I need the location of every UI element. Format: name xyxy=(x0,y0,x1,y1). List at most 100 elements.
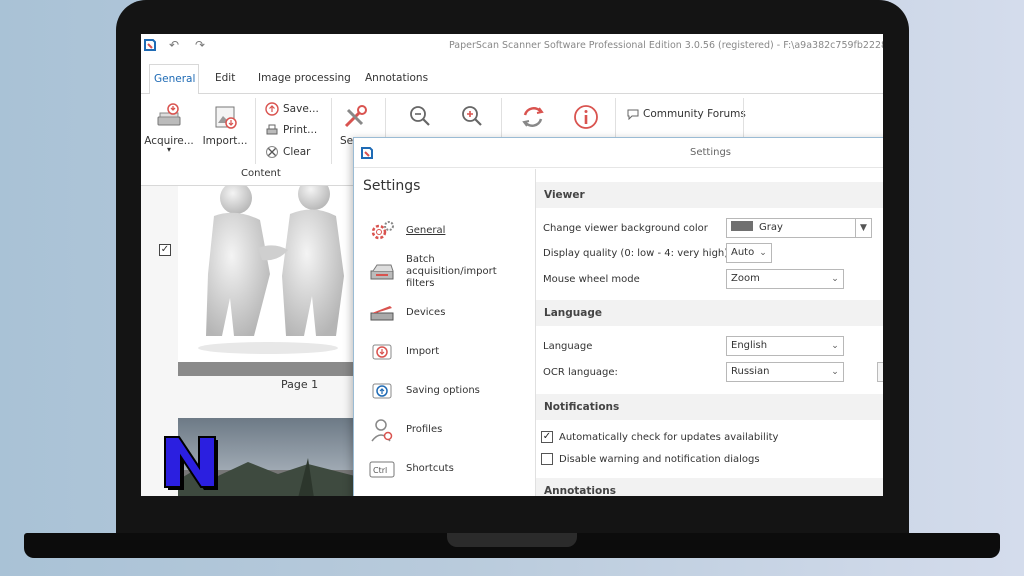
content-group-label: Content xyxy=(241,168,281,179)
app-logo-icon xyxy=(361,147,373,159)
save-options-icon xyxy=(372,383,392,399)
settings-nav-saving-label: Saving options xyxy=(406,385,480,396)
ribbon-separator xyxy=(255,98,256,164)
clear-button[interactable]: Clear xyxy=(265,145,310,159)
settings-nav-batch[interactable]: Batch acquisition/import filters xyxy=(368,254,518,290)
undo-icon[interactable]: ↶ xyxy=(169,38,179,52)
ocr-language-select[interactable]: Russian ⌄ xyxy=(726,362,844,382)
language-value: English xyxy=(731,340,768,351)
display-quality-value: Auto xyxy=(731,247,755,258)
tab-image-processing[interactable]: Image processing xyxy=(254,64,355,94)
settings-dialog: Settings Settings General Batch acquisit… xyxy=(353,137,883,496)
clear-label: Clear xyxy=(283,146,311,158)
handshake-illustration xyxy=(198,178,344,354)
chevron-down-icon[interactable]: ⌄ xyxy=(827,363,843,381)
settings-nav-devices-label: Devices xyxy=(406,307,446,318)
import-file-icon xyxy=(372,344,392,360)
settings-title-bar: Settings xyxy=(354,138,883,168)
scanner-icon xyxy=(157,103,181,126)
svg-text:Ctrl: Ctrl xyxy=(373,466,387,475)
app-screen: ↶ ↷ PaperScan Scanner Software Professio… xyxy=(141,34,883,496)
settings-divider xyxy=(535,169,536,496)
display-quality-select[interactable]: Auto ⌄ xyxy=(726,243,772,263)
tab-general[interactable]: General xyxy=(149,64,199,95)
print-label: Print... xyxy=(283,124,318,136)
zoom-out-button[interactable] xyxy=(407,104,433,131)
keyboard-ctrl-icon: Ctrl xyxy=(369,461,395,478)
disable-warnings-label: Disable warning and notification dialogs xyxy=(559,453,760,465)
printer-icon xyxy=(266,124,278,135)
ribbon-tabs: General Edit Image processing Annotation… xyxy=(141,64,883,95)
settings-nav-shortcuts-label: Shortcuts xyxy=(406,463,454,474)
settings-nav-profiles[interactable]: Profiles xyxy=(368,417,518,443)
print-button[interactable]: Print... xyxy=(265,123,317,137)
chevron-down-icon[interactable]: ⌄ xyxy=(827,270,843,288)
user-profile-icon xyxy=(371,419,393,442)
mouse-wheel-value: Zoom xyxy=(731,273,760,284)
page1-bottom-bar xyxy=(178,362,354,376)
page1-label: Page 1 xyxy=(281,378,319,391)
tools-icon xyxy=(344,105,367,128)
community-forums-button[interactable]: Community Forums xyxy=(627,108,746,120)
scanner-device-icon xyxy=(370,306,394,321)
auto-update-checkbox[interactable]: ✓ xyxy=(541,431,553,443)
import-image-icon xyxy=(215,106,237,129)
ocr-language-label: OCR language: xyxy=(543,367,618,378)
settings-nav-devices[interactable]: Devices xyxy=(368,300,518,326)
zoom-out-icon xyxy=(410,106,430,126)
settings-nav-general[interactable]: General xyxy=(368,218,518,244)
save-label: Save... xyxy=(283,103,319,115)
settings-nav-saving[interactable]: Saving options xyxy=(368,378,518,404)
tab-edit[interactable]: Edit xyxy=(211,64,239,94)
settings-nav-import[interactable]: Import xyxy=(368,339,518,365)
acquire-button[interactable]: Acquire... ▾ xyxy=(143,102,195,154)
settings-window-title: Settings xyxy=(690,147,732,158)
n-logo xyxy=(164,436,218,490)
app-logo-icon xyxy=(144,39,156,51)
refresh-icon xyxy=(522,107,544,127)
import-label: Import... xyxy=(202,135,248,147)
language-label: Language xyxy=(543,341,593,352)
ocr-language-value: Russian xyxy=(731,366,770,377)
gray-color-swatch xyxy=(731,221,753,231)
annotations-section-header: Annotations xyxy=(536,478,883,496)
window-title: PaperScan Scanner Software Professional … xyxy=(449,40,883,51)
page1-checkbox[interactable]: ✓ xyxy=(159,244,171,256)
ribbon-separator xyxy=(331,98,332,164)
redo-icon[interactable]: ↷ xyxy=(195,38,205,52)
clear-icon xyxy=(266,146,278,158)
page1-thumbnail[interactable] xyxy=(178,178,355,376)
laptop-notch xyxy=(447,533,577,547)
community-forums-label: Community Forums xyxy=(643,108,746,120)
save-button[interactable]: Save... xyxy=(265,102,319,116)
settings-nav-shortcuts[interactable]: Ctrl Shortcuts xyxy=(368,456,518,482)
display-quality-label: Display quality (0: low - 4: very high) xyxy=(543,248,729,259)
language-section-header: Language xyxy=(536,300,883,326)
language-select[interactable]: English ⌄ xyxy=(726,336,844,356)
import-button[interactable]: Import... xyxy=(199,102,251,147)
disable-warnings-row[interactable]: Disable warning and notification dialogs xyxy=(541,453,760,465)
acquire-dropdown-icon[interactable]: ▾ xyxy=(143,146,195,154)
mouse-wheel-select[interactable]: Zoom ⌄ xyxy=(726,269,844,289)
scanner-stack-icon xyxy=(370,264,394,280)
auto-update-label: Automatically check for updates availabi… xyxy=(559,431,779,443)
zoom-in-button[interactable] xyxy=(459,104,485,131)
tab-annotations[interactable]: Annotations xyxy=(361,64,432,94)
update-button[interactable] xyxy=(517,102,549,135)
ocr-options-button[interactable] xyxy=(877,362,883,382)
settings-nav-general-label: General xyxy=(406,225,446,236)
chevron-down-icon[interactable]: ▼ xyxy=(855,219,871,237)
speech-bubble-icon xyxy=(627,109,639,120)
info-icon xyxy=(574,105,598,129)
settings-nav-profiles-label: Profiles xyxy=(406,424,443,435)
zoom-in-icon xyxy=(462,106,482,126)
disable-warnings-checkbox[interactable] xyxy=(541,453,553,465)
viewer-bg-label: Change viewer background color xyxy=(543,223,708,234)
viewer-bg-color-select[interactable]: Gray ▼ xyxy=(726,218,872,238)
auto-update-row[interactable]: ✓ Automatically check for updates availa… xyxy=(541,431,778,443)
page-thumbnails-panel: ✓ Page 1 xyxy=(141,178,355,496)
about-button[interactable] xyxy=(571,103,601,134)
chevron-down-icon[interactable]: ⌄ xyxy=(755,244,771,262)
notifications-section-header: Notifications xyxy=(536,394,883,420)
chevron-down-icon[interactable]: ⌄ xyxy=(827,337,843,355)
